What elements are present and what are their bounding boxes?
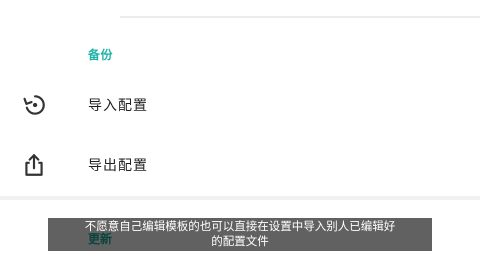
section-divider: [0, 196, 480, 200]
export-config-label: 导出配置: [88, 158, 148, 174]
settings-screen: { "backup_section": { "header": "备份", "i…: [0, 0, 480, 264]
restore-icon: [20, 91, 48, 119]
subtitle-line-2: 的配置文件: [211, 234, 269, 248]
subtitle-line-1: 不愿意自己编辑模板的也可以直接在设置中导入别人已编辑好: [84, 219, 396, 233]
section-header-backup: 备份: [88, 48, 114, 62]
top-divider: [120, 16, 480, 18]
export-config-item[interactable]: 导出配置: [0, 136, 480, 194]
share-export-icon: [20, 151, 48, 179]
import-config-label: 导入配置: [88, 98, 148, 114]
video-subtitle: 不愿意自己编辑模板的也可以直接在设置中导入别人已编辑好 的配置文件: [48, 218, 432, 251]
import-config-item[interactable]: 导入配置: [0, 76, 480, 134]
